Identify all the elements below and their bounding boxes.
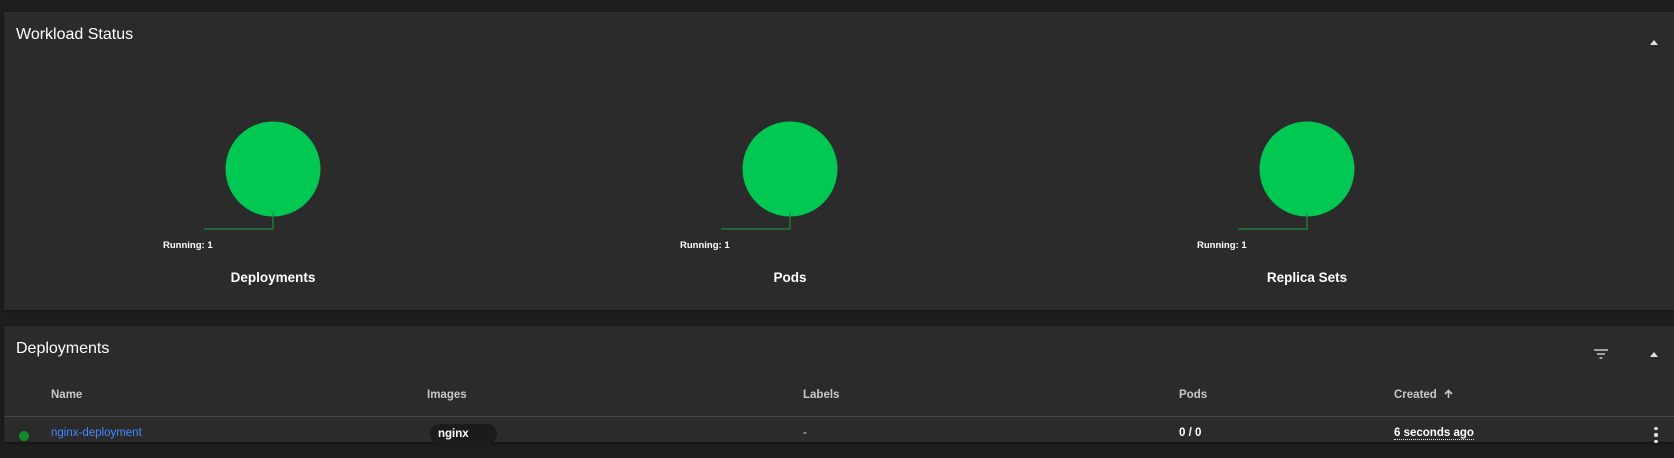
- pods-running-label: Running: 1: [680, 240, 730, 251]
- collapse-workload-button[interactable]: [1646, 34, 1662, 50]
- status-running-icon: [19, 431, 29, 441]
- pods-status-chart: Running: 1 Pods: [620, 12, 960, 310]
- table-row: nginx-deployment nginx - 0 / 0 6 seconds…: [4, 417, 1674, 455]
- created-value[interactable]: 6 seconds ago: [1394, 427, 1474, 440]
- labels-cell: -: [803, 427, 807, 439]
- column-header-pods[interactable]: Pods: [1179, 389, 1207, 401]
- replica-sets-running-label: Running: 1: [1197, 240, 1247, 251]
- pods-cell: 0 / 0: [1179, 427, 1202, 439]
- image-chip: nginx: [430, 424, 497, 444]
- deployment-name-link[interactable]: nginx-deployment: [51, 427, 142, 439]
- deployments-running-label: Running: 1: [163, 240, 213, 251]
- pods-leader-line: [721, 212, 791, 230]
- chevron-up-icon: [1650, 39, 1658, 45]
- more-vert-icon-dot: [1654, 439, 1658, 444]
- column-header-images[interactable]: Images: [427, 389, 467, 401]
- column-header-labels[interactable]: Labels: [803, 389, 839, 401]
- filter-icon: [1594, 349, 1608, 359]
- row-menu-button[interactable]: [1653, 425, 1659, 445]
- replica-sets-status-chart: Running: 1 Replica Sets: [1137, 12, 1477, 310]
- chevron-up-icon: [1650, 351, 1658, 357]
- replica-sets-chart-title: Replica Sets: [1266, 270, 1348, 285]
- deployments-leader-line: [204, 212, 274, 230]
- filter-button[interactable]: [1591, 344, 1611, 364]
- column-header-name[interactable]: Name: [51, 389, 82, 401]
- table-header: Name Images Labels Pods Created: [4, 380, 1674, 417]
- arrow-up-icon: [1444, 389, 1453, 398]
- replica-sets-leader-line: [1238, 212, 1308, 230]
- deployments-card: Deployments Name Images Labels Pods Crea…: [4, 326, 1674, 444]
- column-header-created[interactable]: Created: [1394, 389, 1453, 401]
- deployments-chart-title: Deployments: [230, 270, 316, 285]
- more-vert-icon-dot: [1654, 433, 1658, 437]
- deployments-status-chart: Running: 1 Deployments: [103, 12, 443, 310]
- collapse-deployments-button[interactable]: [1646, 346, 1662, 362]
- workload-status-card: Workload Status Running: 1 Deployments R…: [4, 12, 1674, 310]
- more-vert-icon: [1654, 426, 1658, 431]
- deployments-title: Deployments: [16, 340, 110, 357]
- created-header-label: Created: [1394, 389, 1437, 401]
- pods-chart-title: Pods: [773, 270, 807, 285]
- created-cell: 6 seconds ago: [1394, 427, 1474, 440]
